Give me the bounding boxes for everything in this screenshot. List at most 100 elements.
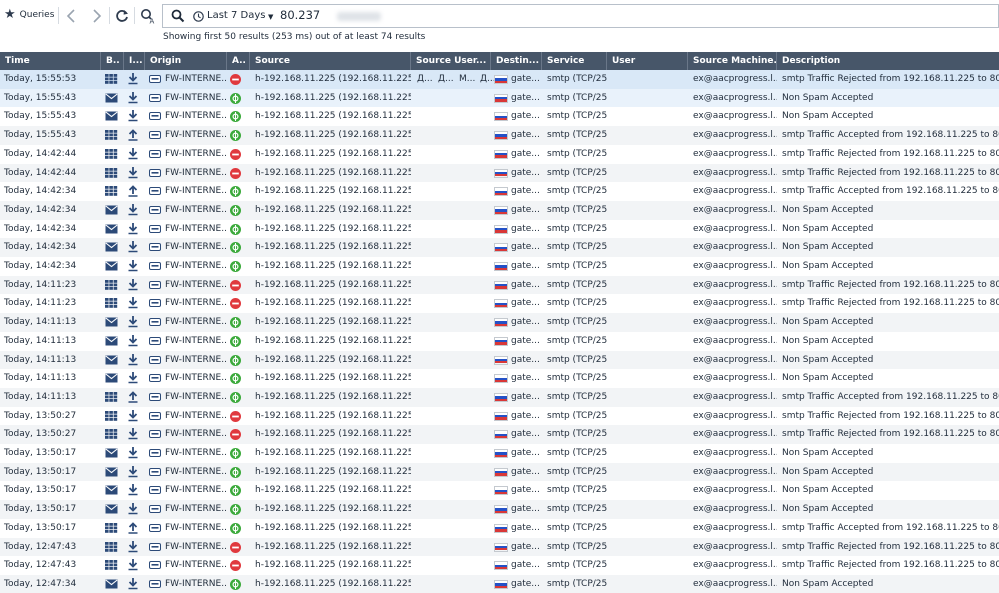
source-machine-cell: ex@aacprogress.l... (693, 92, 777, 103)
table-row[interactable]: Today, 15:55:43 FW-INTERNE... h-192.168.11… (0, 107, 999, 126)
column-header-origin[interactable]: Origin (145, 52, 227, 70)
table-row[interactable]: Today, 13:50:17 FW-INTERNE... h-192.168.11… (0, 481, 999, 500)
source-machine-cell: ex@aacprogress.l... (693, 504, 777, 515)
accept-icon (230, 373, 241, 385)
service-cell: smtp (TCP/25) (547, 466, 607, 477)
table-row[interactable]: Today, 14:11:13 FW-INTERNE... h-192.168.11… (0, 313, 999, 332)
column-header-destination[interactable]: Destin... (491, 52, 542, 70)
flag-icon (494, 336, 508, 346)
flag-icon (494, 561, 508, 571)
source-cell: h-192.168.11.225 (192.168.11.225) (255, 560, 411, 571)
table-row[interactable]: Today, 12:47:43 FW-INTERNE... h-192.168.11… (0, 537, 999, 557)
mail-icon (105, 111, 118, 121)
table-row[interactable]: Today, 15:55:43 FW-INTERNE... h-192.168.11… (0, 88, 999, 108)
caret-down-icon[interactable]: ▼ (268, 13, 273, 21)
flag-icon (494, 205, 508, 215)
origin-cell: FW-INTERNE... (165, 279, 227, 290)
source-user-cell: Д... (438, 74, 454, 84)
column-header-direction[interactable]: I... (124, 52, 145, 70)
origin-cell: FW-INTERNE... (165, 317, 227, 328)
description-cell: Non Spam Accepted (782, 578, 874, 589)
forward-button[interactable] (87, 5, 107, 27)
destination-cell: gate... (511, 223, 540, 234)
source-machine-cell: ex@aacprogress.l... (693, 429, 777, 440)
table-row[interactable]: Today, 14:11:23 FW-INTERNE... h-192.168.11… (0, 294, 999, 313)
column-header-source-machine[interactable]: Source Machine... (688, 52, 777, 70)
reject-icon (230, 298, 241, 310)
table-row[interactable]: Today, 14:42:44 FW-INTERNE... h-192.168.11… (0, 163, 999, 183)
mail-icon (105, 448, 118, 458)
table-row[interactable]: Today, 14:11:13 FW-INTERNE... h-192.168.11… (0, 369, 999, 388)
reject-icon (230, 560, 241, 572)
table-row[interactable]: Today, 13:50:27 FW-INTERNE... h-192.168.11… (0, 407, 999, 426)
query-search-box[interactable]: Last 7 Days ▼ (162, 4, 999, 28)
table-row[interactable]: Today, 13:50:17 FW-INTERNE... h-192.168.11… (0, 500, 999, 519)
download-icon (128, 409, 138, 421)
download-icon (128, 166, 138, 178)
time-cell: Today, 14:11:13 (4, 373, 77, 384)
mail-icon (105, 336, 118, 346)
gateway-icon (149, 205, 161, 214)
table-row[interactable]: Today, 14:42:34 FW-INTERNE... h-192.168.11… (0, 200, 999, 220)
service-cell: smtp (TCP/25) (547, 429, 607, 440)
flag-icon (494, 168, 508, 178)
destination-cell: gate... (511, 560, 540, 571)
service-cell: smtp (TCP/25) (547, 223, 607, 234)
time-cell: Today, 15:55:43 (4, 92, 77, 103)
service-cell: smtp (TCP/25) (547, 373, 607, 384)
table-row[interactable]: Today, 12:47:43 FW-INTERNE... h-192.168.11… (0, 556, 999, 575)
column-header-source-user[interactable]: Source User... (411, 52, 491, 70)
download-icon (128, 353, 138, 365)
column-header-action[interactable]: A.. (227, 52, 250, 70)
table-row[interactable]: Today, 15:55:53 FW-INTERNE... h-192.168.11… (0, 70, 999, 89)
table-row[interactable]: Today, 14:42:34 FW-INTERNE... h-192.168.11… (0, 182, 999, 201)
table-row[interactable]: Today, 12:47:34 FW-INTERNE... h-192.168.11… (0, 574, 999, 593)
table-row[interactable]: Today, 14:11:13 FW-INTERNE... h-192.168.11… (0, 350, 999, 370)
accept-icon (230, 261, 241, 272)
queries-button[interactable]: ★ Queries (4, 8, 54, 21)
mail-icon (105, 485, 118, 495)
table-row[interactable]: Today, 13:50:17 FW-INTERNE... h-192.168.11… (0, 444, 999, 463)
table-row[interactable]: Today, 14:11:13 FW-INTERNE... h-192.168.11… (0, 332, 999, 351)
flag-icon (494, 505, 508, 515)
accept-icon (230, 448, 241, 459)
toolbar-divider (134, 7, 135, 24)
grid-icon (105, 429, 118, 440)
table-row[interactable]: Today, 13:50:17 FW-INTERNE... h-192.168.11… (0, 519, 999, 538)
column-header-time[interactable]: Time (0, 52, 101, 70)
query-input[interactable] (280, 8, 580, 22)
source-cell: h-192.168.11.225 (192.168.11.225) (255, 466, 411, 477)
table-row[interactable]: Today, 13:50:17 FW-INTERNE... h-192.168.11… (0, 462, 999, 482)
source-machine-cell: ex@aacprogress.l... (693, 148, 777, 159)
column-header-blade[interactable]: B.. (101, 52, 124, 70)
origin-cell: FW-INTERNE... (165, 92, 227, 103)
service-cell: smtp (TCP/25) (547, 111, 607, 122)
time-range-selector[interactable]: Last 7 Days (207, 10, 266, 21)
refresh-button[interactable] (112, 5, 132, 27)
origin-cell: FW-INTERNE... (165, 130, 227, 141)
source-cell: h-192.168.11.225 (192.168.11.225) (255, 279, 411, 290)
table-row[interactable]: Today, 14:42:44 FW-INTERNE... h-192.168.11… (0, 145, 999, 164)
table-row[interactable]: Today, 14:11:23 FW-INTERNE... h-192.168.11… (0, 275, 999, 295)
table-row[interactable]: Today, 14:42:34 FW-INTERNE... h-192.168.11… (0, 257, 999, 276)
column-header-service[interactable]: Service (542, 52, 607, 70)
table-row[interactable]: Today, 13:50:27 FW-INTERNE... h-192.168.11… (0, 425, 999, 444)
gateway-icon (149, 168, 161, 177)
column-header-description[interactable]: Description (777, 52, 999, 70)
flag-icon (494, 318, 508, 328)
destination-cell: gate... (511, 130, 540, 141)
gateway-icon (149, 486, 161, 495)
flag-icon (494, 430, 508, 440)
column-header-source[interactable]: Source (250, 52, 411, 70)
column-header-user[interactable]: User (607, 52, 688, 70)
table-row[interactable]: Today, 14:42:34 FW-INTERNE... h-192.168.11… (0, 238, 999, 257)
source-cell: h-192.168.11.225 (192.168.11.225) (255, 504, 411, 515)
search-options-button[interactable]: A (138, 5, 158, 27)
origin-cell: FW-INTERNE... (165, 373, 227, 384)
back-button[interactable] (61, 5, 81, 27)
table-row[interactable]: Today, 14:11:13 FW-INTERNE... h-192.168.11… (0, 387, 999, 407)
source-cell: h-192.168.11.225 (192.168.11.225) (255, 541, 411, 552)
table-row[interactable]: Today, 15:55:43 FW-INTERNE... h-192.168.11… (0, 126, 999, 145)
table-row[interactable]: Today, 14:42:34 FW-INTERNE... h-192.168.11… (0, 220, 999, 239)
source-cell: h-192.168.11.225 (192.168.11.225) (255, 223, 411, 234)
